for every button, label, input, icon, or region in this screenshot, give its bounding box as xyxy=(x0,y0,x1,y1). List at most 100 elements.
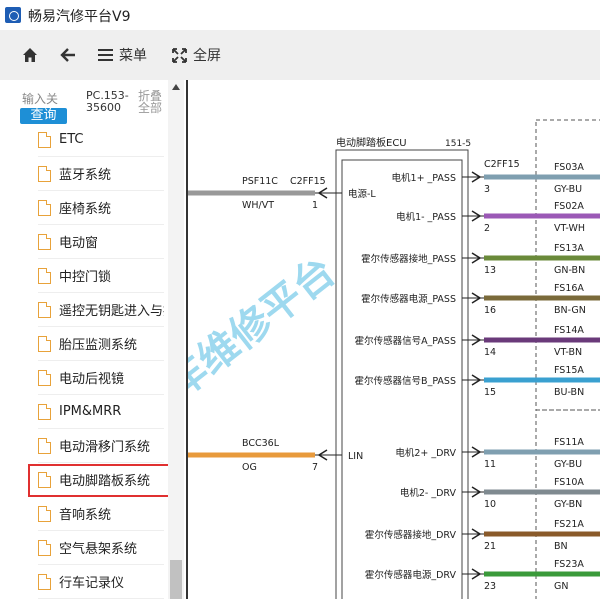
ecu-title: 电动脚踏板ECU xyxy=(336,136,407,149)
wire-code: FS11A xyxy=(554,437,584,448)
pin-number: 11 xyxy=(484,459,496,470)
pin-number: 1 xyxy=(312,200,318,211)
pin-signal: 霍尔传感器信号B_PASS xyxy=(355,375,456,387)
pin-number: 15 xyxy=(484,387,496,398)
wire-color-code: GN-BN xyxy=(554,265,585,276)
pin-number: 23 xyxy=(484,581,496,592)
pin-number: 13 xyxy=(484,265,496,276)
wire-color-code: BN xyxy=(554,541,568,552)
sidebar: 输入关 查询 PC.153- 35600 折叠 全部 ETC 蓝牙系统座椅系统电动… xyxy=(0,80,188,599)
wiring-diagram[interactable]: 电动脚踏板ECU 151-5 PSF11C WH/VT 1 电源-L BCC36L OG 7 LI… xyxy=(188,80,600,599)
wire-color-code: GY-BU xyxy=(554,184,582,195)
tree-item[interactable]: 电动窗 xyxy=(38,225,164,259)
tree-item[interactable]: 空气悬架系统 xyxy=(38,531,164,565)
tree-item-label: 电动滑移门系统 xyxy=(59,440,151,455)
tree-item[interactable]: 蓝牙系统 xyxy=(38,157,164,191)
wire-code: FS15A xyxy=(554,365,584,376)
tree-item-label: 行车记录仪 xyxy=(59,576,125,591)
toolbar: 菜单 全屏 xyxy=(0,30,600,81)
pin-number: 14 xyxy=(484,347,496,358)
fullscreen-button[interactable]: 全屏 xyxy=(172,45,221,65)
document-icon xyxy=(38,539,51,556)
scroll-up-icon[interactable] xyxy=(172,84,180,90)
connector-label: C2FF15 xyxy=(290,176,326,187)
tree-item-label: 电动窗 xyxy=(59,236,99,251)
wire-code: BCC36L xyxy=(242,438,280,449)
pin-number: 2 xyxy=(484,223,490,234)
tree-item-label: IPM&MRR xyxy=(59,404,122,419)
tree-item[interactable]: 遥控无钥匙进入与控 xyxy=(38,293,164,327)
menu-button[interactable]: 菜单 xyxy=(98,45,147,65)
tree-item-label: 座椅系统 xyxy=(59,202,112,217)
app-title: 畅易汽修平台V9 xyxy=(28,9,131,25)
back-button[interactable] xyxy=(60,45,76,65)
document-icon xyxy=(38,437,51,454)
wire-code: FS16A xyxy=(554,283,584,294)
wire-color-code: WH/VT xyxy=(242,200,274,211)
document-icon xyxy=(38,199,51,216)
document-icon xyxy=(38,301,51,318)
wire-code: FS03A xyxy=(554,162,584,173)
tree-item[interactable]: IPM&MRR xyxy=(38,395,164,429)
pin-signal: 霍尔传感器接地_PASS xyxy=(361,253,456,265)
wire-code: FS23A xyxy=(554,559,584,570)
wire-code: FS21A xyxy=(554,519,584,530)
pin-number: 10 xyxy=(484,499,496,510)
search-code: PC.153- 35600 xyxy=(86,89,129,114)
pin-signal: 霍尔传感器信号A_PASS xyxy=(355,335,456,347)
tree-item[interactable]: 音响系统 xyxy=(38,497,164,531)
wire-color-code: OG xyxy=(242,462,257,473)
wire-color-code: GY-BU xyxy=(554,459,582,470)
tree-item-label: 蓝牙系统 xyxy=(59,168,112,183)
tree-item-label: 电动后视镜 xyxy=(59,372,125,387)
watermark-text: 车维修平台 xyxy=(188,248,344,407)
document-icon xyxy=(38,573,51,590)
document-icon xyxy=(38,233,51,250)
document-icon xyxy=(38,131,51,148)
wire-color-code: VT-BN xyxy=(554,347,582,358)
tree-item[interactable]: 行车记录仪 xyxy=(38,565,164,599)
tree-item-label: ETC xyxy=(59,132,84,147)
pin-number: 16 xyxy=(484,305,496,316)
wire-color-code: GN xyxy=(554,581,568,592)
pin-signal: 霍尔传感器接地_DRV xyxy=(365,529,457,541)
wire-code: PSF11C xyxy=(242,176,278,187)
collapse-all-button[interactable]: 折叠 全部 xyxy=(138,90,162,114)
tree-item[interactable]: 电动后视镜 xyxy=(38,361,164,395)
wiring-diagram-canvas: 电动脚踏板ECU 151-5 PSF11C WH/VT 1 电源-L BCC36L OG 7 LI… xyxy=(188,119,600,599)
wire-color-code: BN-GN xyxy=(554,305,586,316)
app-logo-icon xyxy=(5,7,21,23)
tree-item-label: 遥控无钥匙进入与控 xyxy=(59,304,164,319)
scroll-thumb[interactable] xyxy=(170,560,182,599)
pin-signal: 电机2- _DRV xyxy=(400,487,457,499)
pin-signal: 电源-L xyxy=(348,188,376,200)
document-icon xyxy=(38,369,51,386)
wire-code: FS10A xyxy=(554,477,584,488)
tree-item[interactable]: 座椅系统 xyxy=(38,191,164,225)
document-icon xyxy=(38,403,51,420)
tree-item[interactable]: 中控门锁 xyxy=(38,259,164,293)
wire-color-code: BU-BN xyxy=(554,387,584,398)
tree-item[interactable]: 胎压监测系统 xyxy=(38,327,164,361)
wire-color-code: GY-BN xyxy=(554,499,582,510)
search-button[interactable]: 查询 xyxy=(20,108,67,124)
home-button[interactable] xyxy=(22,45,38,65)
sidebar-scrollbar[interactable] xyxy=(168,80,184,599)
title-bar: 畅易汽修平台V9 xyxy=(0,0,600,30)
pin-number: 3 xyxy=(484,184,490,195)
document-icon xyxy=(38,267,51,284)
search-input[interactable]: 输入关 xyxy=(22,90,58,107)
fullscreen-icon xyxy=(172,47,187,63)
pin-signal: 电机2+ _DRV xyxy=(395,447,456,459)
pin-signal: 电机1+ _PASS xyxy=(392,172,456,184)
pin-number: 7 xyxy=(312,462,318,473)
hamburger-icon xyxy=(98,49,113,61)
home-icon xyxy=(23,48,37,62)
pin-number: 21 xyxy=(484,541,496,552)
tree-item-label: 胎压监测系统 xyxy=(59,338,138,353)
tree-item[interactable]: ETC xyxy=(38,123,164,157)
selected-item-highlight xyxy=(28,464,170,497)
tree-item[interactable]: 电动滑移门系统 xyxy=(38,429,164,463)
arrow-left-icon xyxy=(60,48,75,62)
pin-signal: LIN xyxy=(348,451,363,462)
